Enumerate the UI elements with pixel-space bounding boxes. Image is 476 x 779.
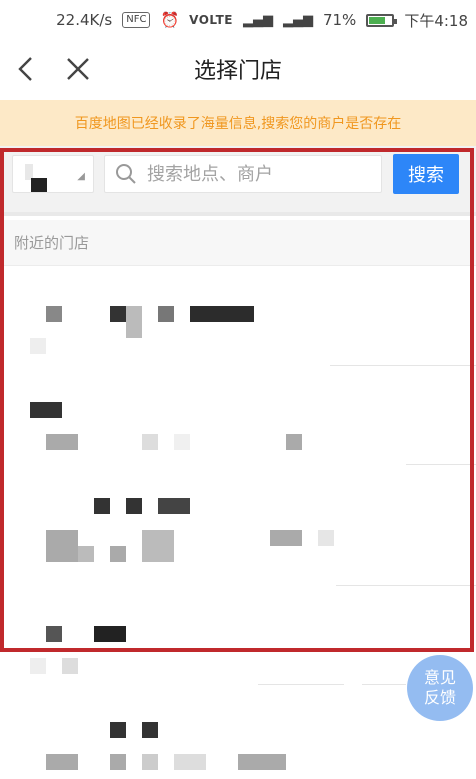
- store-name-redacted: [46, 306, 62, 322]
- volte-indicator: VOLTE: [189, 13, 233, 27]
- store-address-redacted: [46, 434, 78, 450]
- store-name-redacted: [30, 402, 62, 418]
- list-divider: [406, 464, 476, 465]
- search-input-wrapper[interactable]: [104, 155, 382, 193]
- store-item[interactable]: [0, 586, 476, 686]
- store-address-redacted: [142, 530, 174, 562]
- search-area: ◢ 搜索: [0, 146, 476, 216]
- store-name-redacted: [110, 722, 126, 738]
- close-button[interactable]: [52, 40, 104, 98]
- store-name-redacted: [94, 498, 110, 514]
- status-bar: 22.4K/s NFC ⏰ VOLTE ▂▄▆ ▂▄▆ 71% 下午4:18: [0, 0, 476, 40]
- store-address-redacted: [78, 546, 94, 562]
- store-item[interactable]: [0, 466, 476, 586]
- store-item[interactable]: [0, 686, 476, 779]
- store-item[interactable]: [0, 266, 476, 366]
- nav-bar: 选择门店: [0, 40, 476, 98]
- store-name-redacted: [190, 306, 254, 322]
- store-name-redacted: [142, 722, 158, 738]
- feedback-label-line2: 反馈: [423, 688, 456, 707]
- back-button[interactable]: [0, 40, 52, 98]
- city-select[interactable]: ◢: [12, 155, 94, 193]
- network-speed: 22.4K/s: [56, 11, 113, 29]
- store-name-redacted: [110, 306, 126, 322]
- battery-percent: 71%: [322, 11, 357, 29]
- store-address-redacted: [286, 434, 302, 450]
- search-icon: [116, 164, 136, 184]
- store-address-redacted: [270, 530, 302, 546]
- list-divider: [362, 684, 406, 685]
- store-address-redacted: [318, 530, 334, 546]
- store-name-redacted: [94, 626, 126, 642]
- store-address-redacted: [46, 754, 78, 770]
- section-header: 附近的门店: [0, 220, 476, 266]
- signal-icon-2: ▂▄▆: [282, 12, 313, 28]
- battery-icon: [366, 13, 398, 27]
- search-input[interactable]: [147, 163, 367, 185]
- store-name-redacted: [158, 306, 174, 322]
- list-divider: [258, 684, 344, 685]
- chevron-left-icon: [18, 57, 32, 81]
- dropdown-arrow-icon: ◢: [77, 171, 85, 182]
- store-address-redacted: [62, 658, 78, 674]
- store-address-redacted: [30, 658, 46, 674]
- store-address-redacted: [110, 754, 126, 770]
- feedback-button[interactable]: 意见 反馈: [407, 655, 473, 721]
- store-list: [0, 266, 476, 779]
- store-name-redacted: [46, 626, 62, 642]
- store-name-redacted: [158, 498, 190, 514]
- alarm-clock-icon: ⏰: [160, 11, 180, 29]
- store-address-redacted: [30, 338, 46, 354]
- store-name-redacted: [126, 498, 142, 514]
- store-address-redacted: [238, 754, 286, 770]
- nfc-icon: NFC: [122, 12, 151, 28]
- store-address-redacted: [142, 434, 158, 450]
- search-button[interactable]: 搜索: [393, 154, 459, 194]
- notice-banner: 百度地图已经收录了海量信息,搜索您的商户是否存在: [0, 100, 476, 146]
- city-select-value-redacted: [31, 178, 47, 192]
- store-address-redacted: [174, 434, 190, 450]
- clock: 下午4:18: [404, 11, 468, 30]
- store-address-redacted: [46, 530, 78, 562]
- store-item[interactable]: [0, 366, 476, 466]
- close-icon: [67, 58, 89, 80]
- store-address-redacted: [142, 754, 158, 770]
- store-name-redacted: [126, 306, 142, 338]
- feedback-label-line1: 意见: [423, 668, 456, 687]
- signal-icon: ▂▄▆: [242, 12, 273, 28]
- store-address-redacted: [174, 754, 206, 770]
- store-address-redacted: [110, 546, 126, 562]
